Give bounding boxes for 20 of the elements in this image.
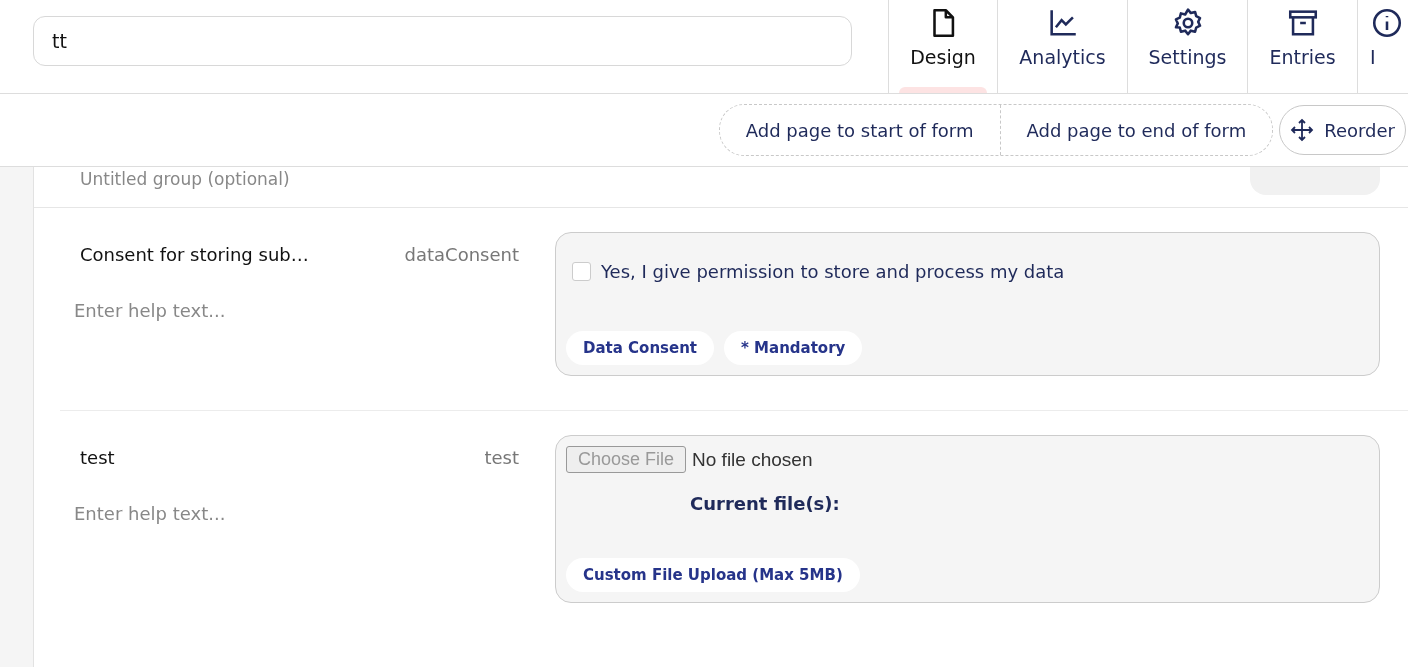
checkbox[interactable] [572,262,591,281]
help-text-field[interactable]: Enter help text... [72,299,376,322]
field-tag: Custom File Upload (Max 5MB) [566,558,860,592]
field-label: Consent for storing sub… [80,244,309,265]
field-key: test [484,447,519,468]
search-field[interactable]: tt [33,16,852,66]
checkbox-label: Yes, I give permission to store and process my data [601,261,1065,282]
reorder-button[interactable]: Reorder [1279,105,1406,155]
info-icon [1370,6,1404,40]
field-label: test [80,447,115,468]
help-text-field[interactable]: Enter help text... [72,502,376,525]
field-key: dataConsent [404,244,519,265]
add-page-end-button[interactable]: Add page to end of form [999,105,1273,155]
field-tag: * Mandatory [724,331,863,365]
add-page-start-button[interactable]: Add page to start of form [719,105,1000,155]
group-title: Untitled group (optional) [80,168,290,188]
current-files-label: Current file(s): [690,493,841,514]
file-status: No file chosen [692,448,813,471]
move-icon [1290,118,1315,142]
field-tag: Data Consent [566,331,715,365]
